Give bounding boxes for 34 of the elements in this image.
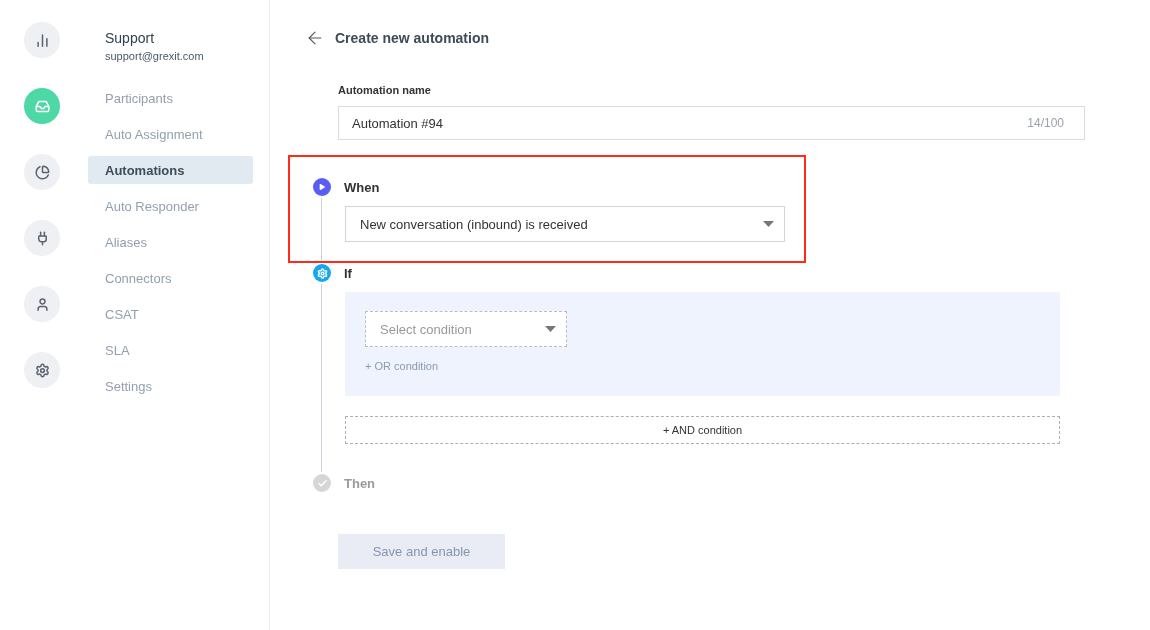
sidebar-item[interactable]: Auto Assignment (88, 120, 253, 148)
nav-plug-button[interactable] (24, 220, 60, 256)
trigger-dropdown[interactable]: New conversation (inbound) is received (345, 206, 785, 242)
automation-name-field[interactable]: Automation #94 14/100 (338, 106, 1085, 140)
inbox-icon (34, 98, 50, 114)
sidebar-item[interactable]: Auto Responder (88, 192, 253, 220)
caret-icon (545, 326, 556, 332)
step-label: If (344, 265, 352, 281)
field-label: Automation name (338, 84, 432, 96)
settings-icon (34, 362, 50, 378)
sidebar-item[interactable]: SLA (88, 336, 253, 364)
step-label: When (344, 179, 380, 195)
and-condition-button[interactable]: + AND condition (345, 416, 1060, 444)
character-counter: 14/100 (1027, 116, 1064, 130)
or-condition-link[interactable]: + OR condition (365, 360, 1040, 372)
bar-chart-icon (34, 32, 50, 48)
sidebar-item[interactable]: CSAT (88, 300, 253, 328)
sidebar-item[interactable]: Participants (88, 84, 253, 112)
nav-pie-chart-button[interactable] (24, 154, 60, 190)
step-label: Then (344, 475, 376, 491)
sidebar-item[interactable]: Connectors (88, 264, 253, 292)
page-title: Create new automation (335, 30, 490, 46)
nav-user-button[interactable] (24, 286, 60, 322)
sidebar-item[interactable]: Aliases (88, 228, 253, 256)
caret-icon (763, 221, 774, 227)
inbox-email: support@grexit.com (104, 50, 205, 62)
user-icon (34, 296, 50, 312)
inbox-title: Support (104, 30, 156, 46)
pie-chart-icon (34, 164, 50, 180)
sidebar-item[interactable]: Settings (88, 372, 253, 400)
nav-settings-button[interactable] (24, 352, 60, 388)
condition-dropdown[interactable]: Select condition (365, 311, 567, 347)
sidebar-item[interactable]: Automations (88, 156, 253, 184)
nav-bar-chart-button[interactable] (24, 22, 60, 58)
